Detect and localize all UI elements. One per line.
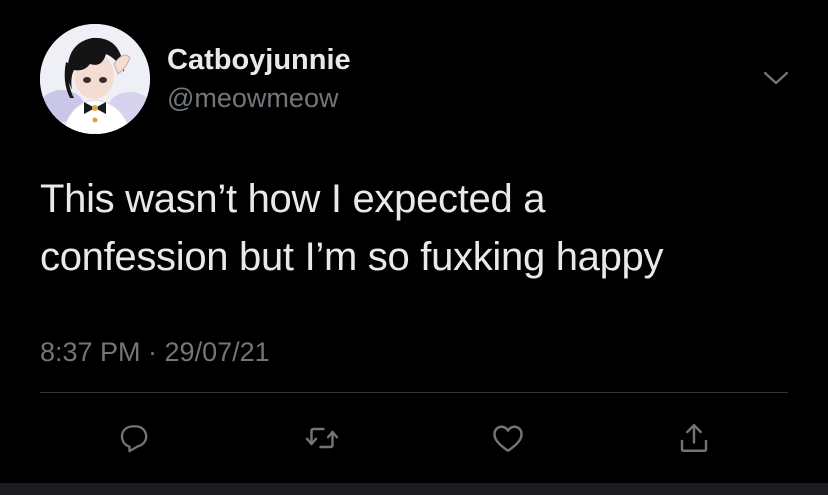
bottom-bar [0, 483, 828, 495]
chevron-down-icon [763, 71, 789, 85]
share-icon [680, 424, 708, 452]
avatar-image [40, 24, 150, 134]
tweet-text: This wasn’t how I expected a confession … [40, 170, 800, 286]
tweet-text-line: confession but I’m so fuxking happy [40, 235, 664, 279]
retweet-button[interactable] [302, 418, 342, 458]
retweet-icon [305, 427, 339, 449]
author-handle[interactable]: @meowmeow [167, 83, 338, 113]
like-button[interactable] [488, 418, 528, 458]
reply-icon [120, 425, 148, 453]
heart-icon [493, 425, 523, 452]
tweet-text-line: This wasn’t how I expected a [40, 177, 546, 221]
tweet-card: Catboyjunnie @meowmeow This wasn’t how I… [0, 0, 828, 483]
author-display-name[interactable]: Catboyjunnie [167, 44, 351, 76]
tweet-timestamp[interactable]: 8:37 PM · 29/07/21 [40, 336, 270, 368]
share-button[interactable] [674, 418, 714, 458]
divider [40, 392, 788, 393]
more-options-button[interactable] [759, 66, 793, 90]
reply-button[interactable] [114, 418, 154, 458]
avatar[interactable] [40, 24, 150, 134]
